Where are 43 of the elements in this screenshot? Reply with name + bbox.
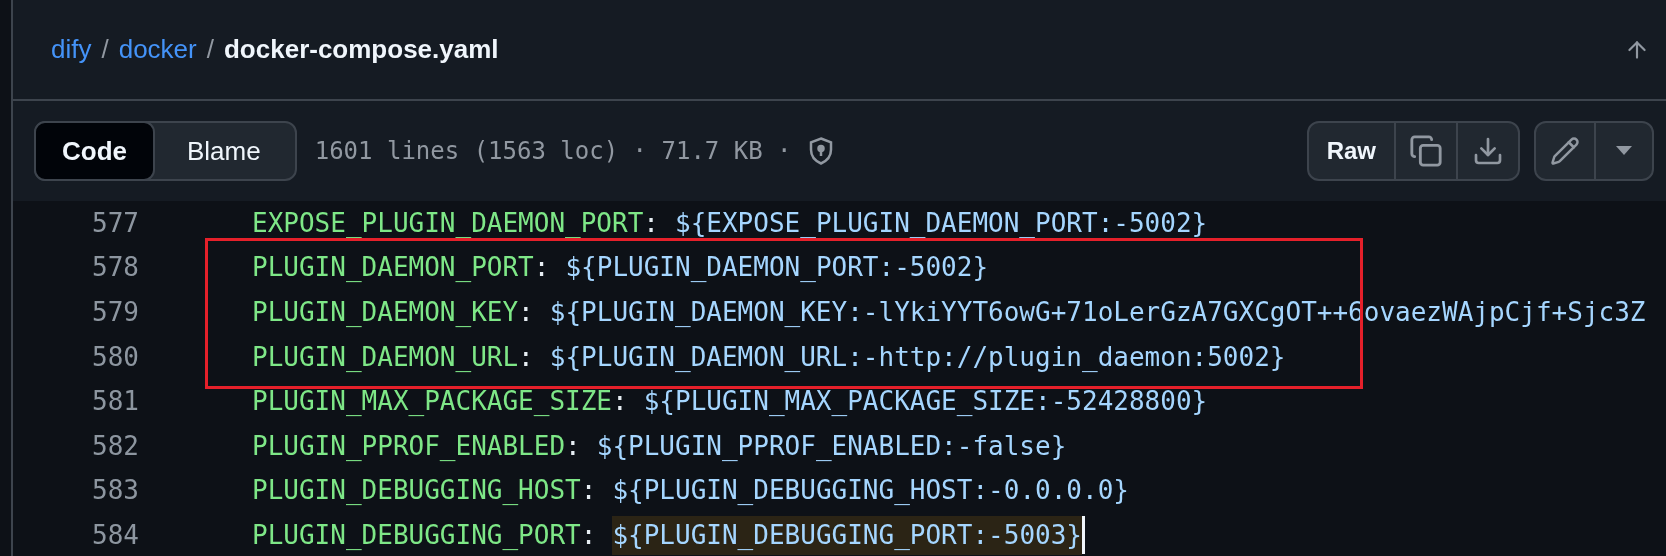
yaml-key: PLUGIN_DAEMON_URL xyxy=(252,337,519,377)
yaml-colon: : xyxy=(612,385,628,419)
file-name: docker-compose.yaml xyxy=(224,33,499,66)
yaml-value: ${PLUGIN_MAX_PACKAGE_SIZE:-52428800} xyxy=(643,385,1208,419)
download-icon xyxy=(1472,135,1504,167)
yaml-key: PLUGIN_DAEMON_PORT xyxy=(252,248,534,288)
line-number: 583 xyxy=(91,474,139,508)
file-info: 1601 lines (1563 loc) · 71.7 KB · xyxy=(314,136,792,167)
yaml-value: ${PLUGIN_DAEMON_PORT:-5002} xyxy=(565,251,989,285)
yaml-colon: : xyxy=(518,296,534,329)
yaml-key: PLUGIN_PPROF_ENABLED xyxy=(252,426,566,466)
yaml-colon: : xyxy=(580,518,597,552)
breadcrumb-link[interactable]: docker xyxy=(118,30,197,69)
yaml-key: EXPOSE_PLUGIN_DAEMON_PORT xyxy=(252,203,644,243)
line-number: 577 xyxy=(91,206,139,240)
yaml-value: ${PLUGIN_DEBUGGING_PORT:-5003} xyxy=(612,515,1082,555)
line-number: 580 xyxy=(91,340,139,374)
line-number: 578 xyxy=(91,251,139,285)
yaml-value: ${PLUGIN_PPROF_ENABLED:-false} xyxy=(596,429,1067,463)
line-number: 581 xyxy=(91,385,139,419)
pencil-icon xyxy=(1550,136,1580,166)
copy-icon xyxy=(1409,134,1443,168)
yaml-colon: : xyxy=(565,429,581,463)
breadcrumb-separator: / xyxy=(206,33,214,66)
yaml-key: PLUGIN_MAX_PACKAGE_SIZE xyxy=(252,382,613,422)
view-tab[interactable]: Code xyxy=(34,121,155,181)
caret-icon xyxy=(1616,146,1632,156)
breadcrumb-separator: / xyxy=(101,33,109,66)
yaml-key: PLUGIN_DEBUGGING_HOST xyxy=(252,471,581,511)
view-tab[interactable]: Blame xyxy=(153,123,295,179)
yaml-value: ${PLUGIN_DAEMON_URL:-http://plugin_daemon:5002} xyxy=(549,340,1286,374)
yaml-key: PLUGIN_DEBUGGING_PORT xyxy=(252,515,581,555)
yaml-colon: : xyxy=(533,251,550,285)
line-number: 582 xyxy=(91,429,139,463)
yaml-key: PLUGIN_DAEMON_KEY xyxy=(252,293,519,332)
breadcrumb-link[interactable]: dify xyxy=(51,30,92,69)
yaml-colon: : xyxy=(643,206,659,240)
yaml-colon: : xyxy=(580,474,597,508)
line-number: 579 xyxy=(91,296,139,329)
yaml-colon: : xyxy=(518,340,534,374)
yaml-value: ${EXPOSE_PLUGIN_DAEMON_PORT:-5002} xyxy=(675,206,1208,240)
yaml-value: ${PLUGIN_DEBUGGING_HOST:-0.0.0.0} xyxy=(612,474,1129,508)
line-number: 584 xyxy=(91,518,139,552)
